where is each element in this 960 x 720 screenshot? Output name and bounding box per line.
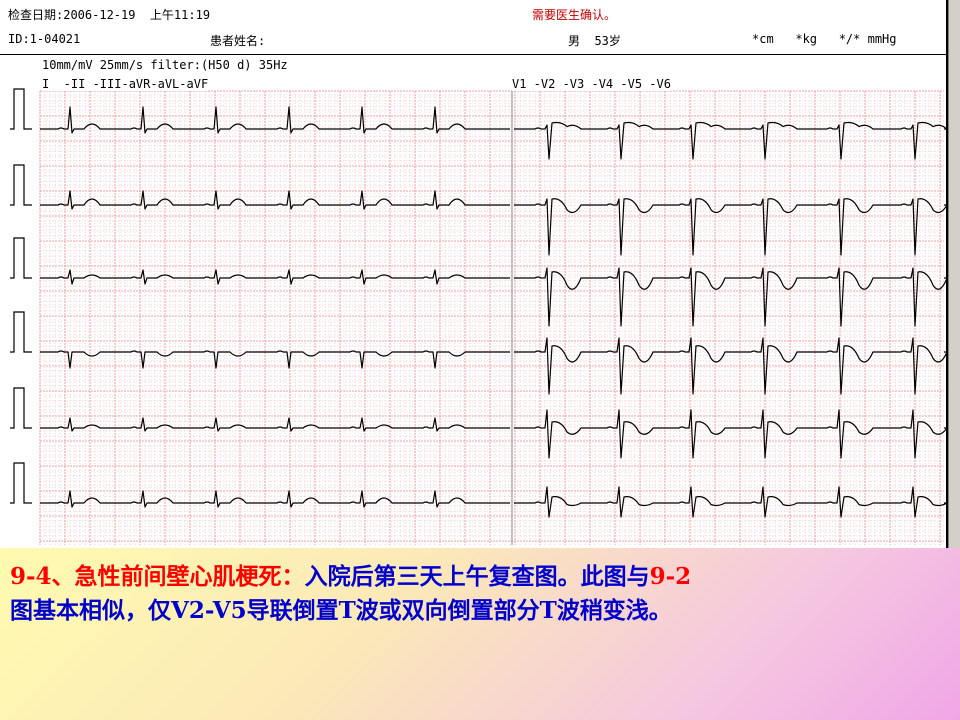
sex-age: 男 53岁 [568,34,621,48]
doctor-confirm-alert: 需要医生确认。 [532,8,617,22]
calibration-pulse [10,237,32,279]
ecg-settings: 10mm/mV 25mm/s filter:(H50 d) 35Hz [42,58,288,72]
patient-name-label: 患者姓名: [210,34,266,48]
ecg-waveform-grid [10,88,946,545]
calibration-pulse [10,462,32,504]
calibration-pulse [10,387,32,429]
slide-caption: 9-4、急性前间壁心肌梗死：入院后第三天上午复查图。此图与9-2 图基本相似，仅… [10,560,950,628]
ecg-grid [39,90,944,545]
patient-id: ID:1-04021 [8,32,81,46]
caption-body-2: 图基本相似，仅V2-V5导联倒置T波或双向倒置部分T波稍变浅。 [10,597,672,624]
caption-title: 9-4、急性前间壁心肌梗死： [10,563,305,590]
calibration-pulse [10,88,32,130]
calibration-pulse [10,311,32,353]
slide-caption-box: 9-4、急性前间壁心肌梗死：入院后第三天上午复查图。此图与9-2 图基本相似，仅… [0,548,960,720]
caption-body: 入院后第三天上午复查图。此图与 [304,563,650,590]
ecg-strip: 10mm/mV 25mm/s filter:(H50 d) 35Hz I -II… [0,55,948,548]
left-lead-labels: I -II -III-aVR-aVL-aVF [42,77,209,91]
vertical-scrollbar[interactable] [948,0,960,548]
body-measurements: *cm *kg */* mmHg [752,32,897,46]
exam-date: 检查日期:2006-12-19 上午11:19 [8,8,211,22]
caption-ref: 9-2 [649,563,692,590]
calibration-pulse [10,164,32,206]
report-header: 检查日期:2006-12-19 上午11:19 需要医生确认。 ID:1-040… [0,0,948,55]
ecg-trace-row [40,267,946,327]
right-lead-labels: V1 -V2 -V3 -V4 -V5 -V6 [512,77,671,91]
